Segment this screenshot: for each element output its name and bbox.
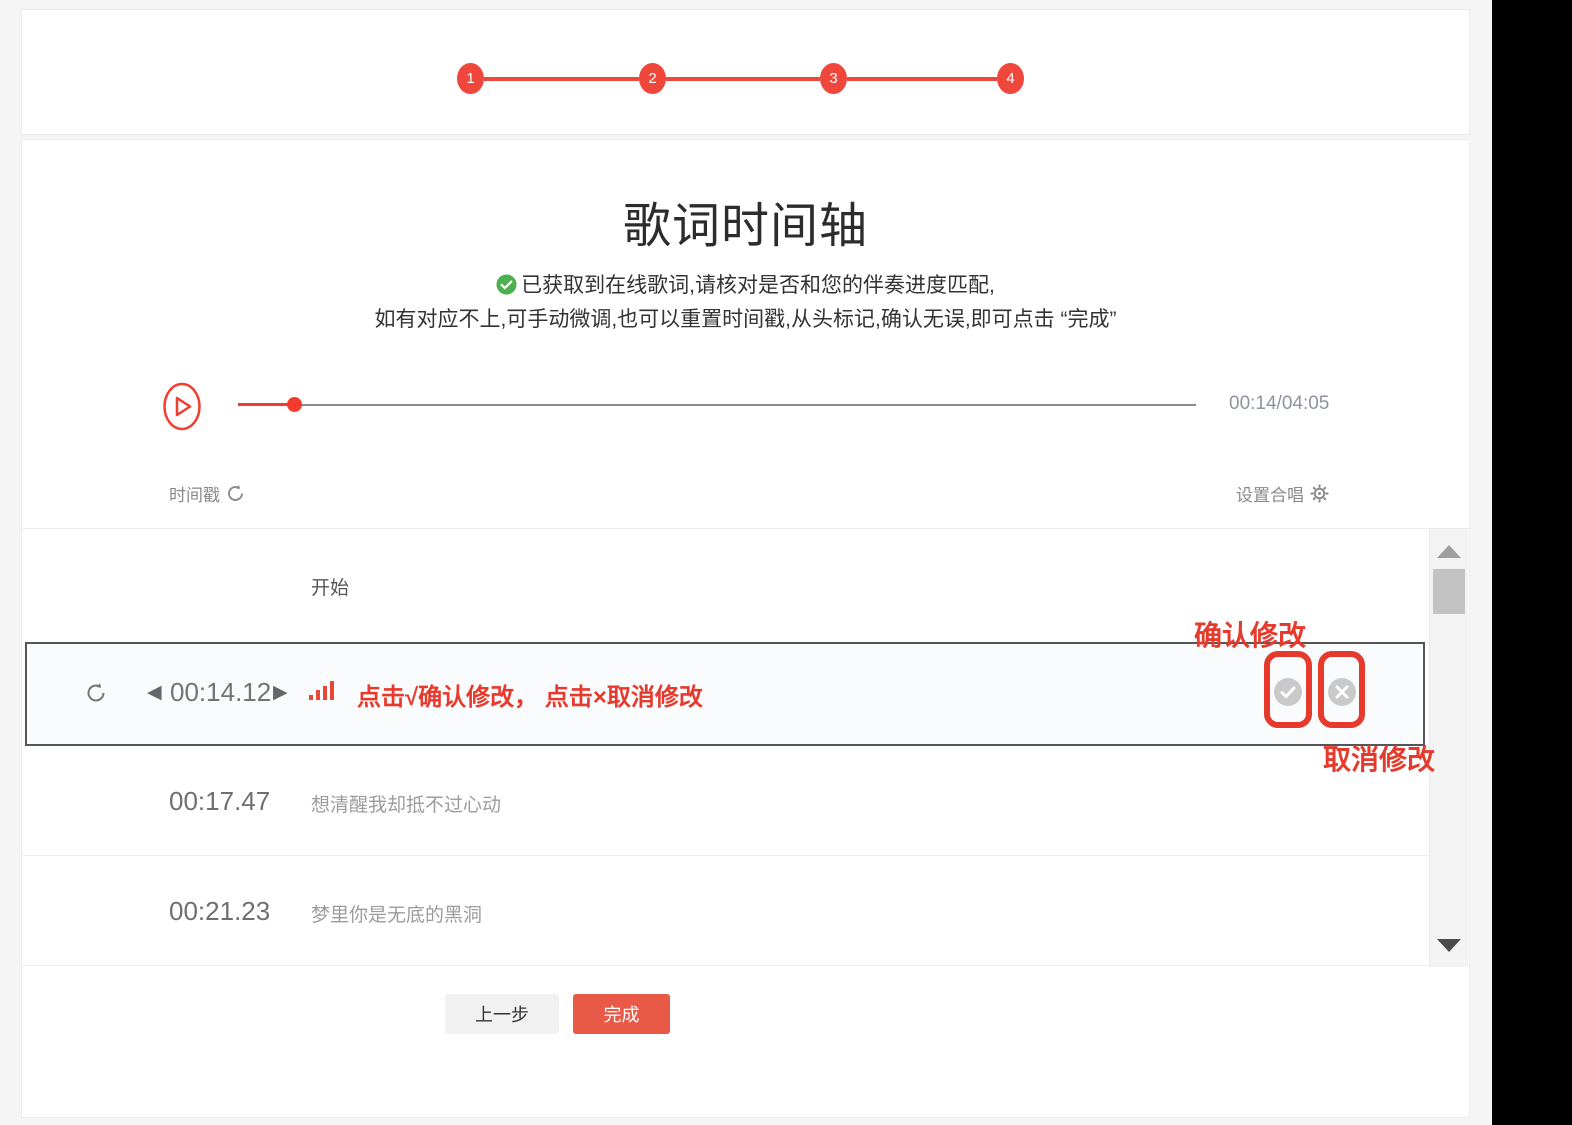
progress-played [238,403,294,406]
stepper-connector-2 [666,77,820,81]
row-timestamp: 00:21.23 [169,896,270,927]
scrollbar-up-arrow-icon[interactable] [1437,545,1461,558]
success-check-icon [496,274,517,295]
gear-icon [1310,484,1329,503]
annotation-confirm-box [1264,651,1312,728]
scrollbar-down-arrow-icon[interactable] [1437,939,1461,952]
lyric-row[interactable]: 00:21.23 梦里你是无底的黑洞 [22,857,1429,967]
stepper-step-3[interactable]: 3 [820,63,847,94]
stepper: 1 2 3 4 [457,63,1024,94]
screen-edge-black-bar [1492,0,1572,1125]
lyric-row-editing[interactable]: ◀ 00:14.12 ▶ 点击√确认修改， 点击×取消修改 [25,642,1425,746]
lyrics-timeline-card: 歌词时间轴 已获取到在线歌词,请核对是否和您的伴奏进度匹配, 如有对应不上,可手… [21,139,1470,1118]
lyric-text: 梦里你是无底的黑洞 [311,900,482,927]
description-line-1-wrap: 已获取到在线歌词,请核对是否和您的伴奏进度匹配, [22,269,1469,299]
stepper-step-4[interactable]: 4 [997,63,1024,94]
stepper-connector-3 [847,77,997,81]
annotation-confirm-label: 确认修改 [1194,614,1306,654]
progress-handle[interactable] [287,397,302,412]
lyrics-list: 开始 ◀ 00:14.12 ▶ 点击√确认修改， 点击×取消修改 [22,528,1471,966]
page-title: 歌词时间轴 [22,186,1469,256]
progress-track[interactable] [238,404,1196,406]
stepper-step-1[interactable]: 1 [457,63,484,94]
finish-button[interactable]: 完成 [573,994,670,1034]
timestamp-tool: 时间戳 [169,481,245,506]
annotation-cancel-box [1318,651,1365,728]
chorus-settings-label: 设置合唱 [1236,481,1304,506]
lyric-row[interactable]: 00:17.47 想清醒我却抵不过心动 [22,747,1429,856]
row-timestamp: 00:14.12 [170,677,271,708]
time-display: 00:14/04:05 [1229,393,1329,415]
description-line-1: 已获取到在线歌词,请核对是否和您的伴奏进度匹配, [521,269,995,299]
chorus-settings-button[interactable]: 设置合唱 [1236,481,1329,506]
row-reset-icon[interactable] [85,682,107,704]
timestamp-reset-icon[interactable] [226,484,245,503]
play-button[interactable] [163,382,201,431]
time-decrease-arrow-icon[interactable]: ◀ [147,681,162,704]
stepper-connector-1 [484,77,639,81]
stepper-card: 1 2 3 4 [21,9,1470,135]
previous-step-button[interactable]: 上一步 [445,994,559,1034]
edit-instruction-text: 点击√确认修改， 点击×取消修改 [357,677,703,712]
page: 1 2 3 4 歌词时间轴 已获取到在线歌词,请核对是否和您的伴奏进度匹配, 如… [0,0,1572,1125]
description-line-2: 如有对应不上,可手动微调,也可以重置时间戳,从头标记,确认无误,即可点击 “完成… [22,303,1469,333]
scrollbar-thumb[interactable] [1433,569,1465,614]
annotation-cancel-label: 取消修改 [1323,738,1435,778]
stepper-step-2[interactable]: 2 [639,63,666,94]
timestamp-label: 时间戳 [169,481,220,506]
audio-bars-icon [309,680,334,700]
lyric-text: 开始 [311,573,349,600]
time-increase-arrow-icon[interactable]: ▶ [273,681,288,704]
lyric-text: 想清醒我却抵不过心动 [311,790,501,817]
row-timestamp: 00:17.47 [169,786,270,817]
